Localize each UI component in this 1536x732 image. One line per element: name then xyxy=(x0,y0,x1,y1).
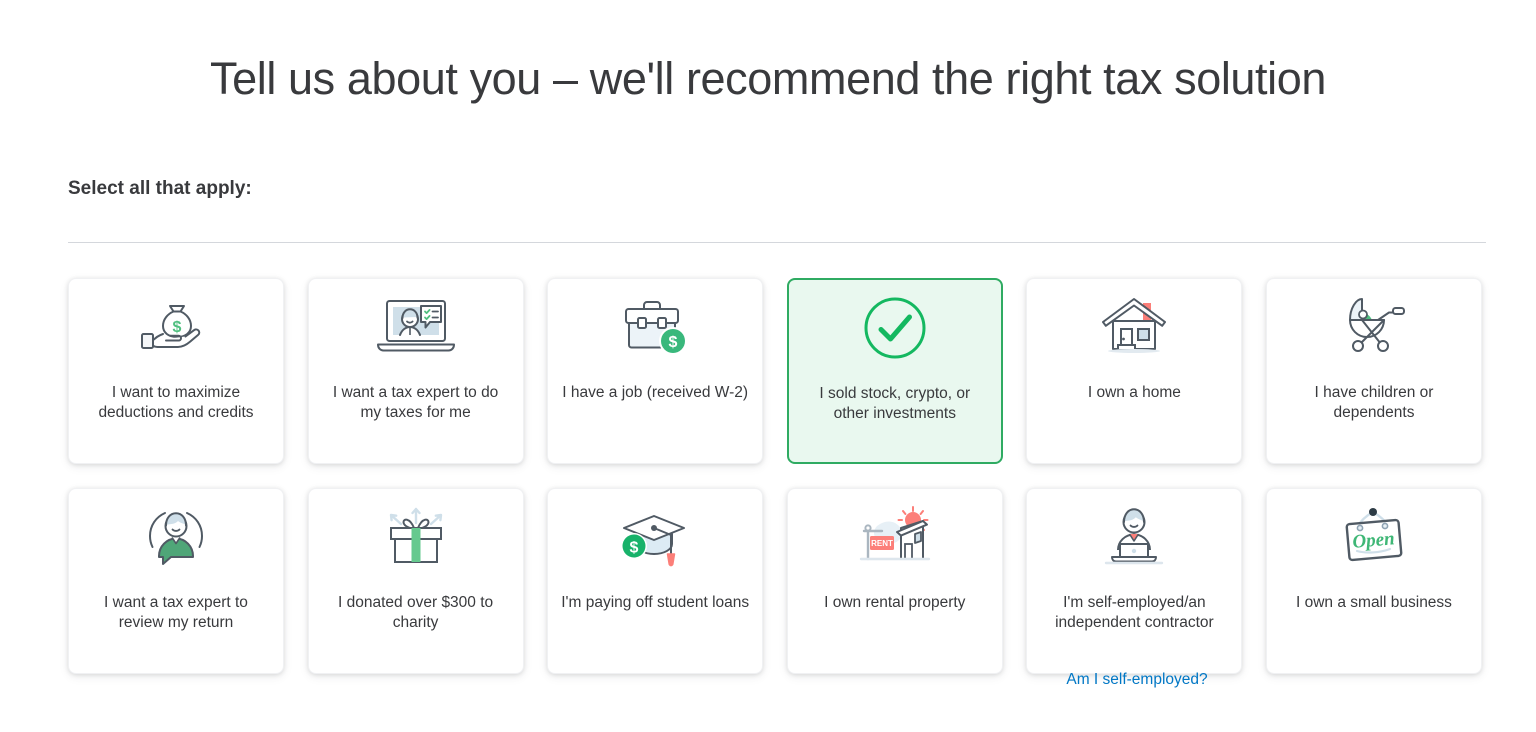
option-card-sold-investments[interactable]: I sold stock, crypto, or other investmen… xyxy=(786,278,1003,464)
option-card-label: I want to maximize deductions and credit… xyxy=(98,384,254,421)
option-card-tax-expert-do-taxes[interactable]: I want a tax expert to do my taxes for m… xyxy=(307,278,524,464)
select-all-that-apply-label: Select all that apply: xyxy=(68,178,252,199)
house-icon xyxy=(1027,279,1241,375)
option-card-label: I'm self-employed/an independent contrac… xyxy=(1055,594,1214,631)
option-card-label: I sold stock, crypto, or other investmen… xyxy=(819,385,971,422)
stroller-icon xyxy=(1267,279,1481,375)
section-divider xyxy=(68,242,1486,243)
svg-text:$: $ xyxy=(630,540,639,557)
svg-text:RENT: RENT xyxy=(871,539,893,548)
option-card-label: I own a small business xyxy=(1296,594,1452,611)
tax-solution-questionnaire-page: Tell us about you – we'll recommend the … xyxy=(0,0,1536,732)
rent-house-sign-icon: RENT xyxy=(788,489,1002,585)
options-grid: $ I want to maximize deductions and cred… xyxy=(68,278,1486,674)
svg-text:$: $ xyxy=(669,334,678,351)
graduation-cap-dollar-icon: $ xyxy=(548,489,762,585)
option-card-expert-review-return[interactable]: I want a tax expert to review my return xyxy=(68,488,284,674)
money-bag-in-hand-icon: $ xyxy=(69,279,283,375)
briefcase-dollar-icon: $ xyxy=(548,279,762,375)
option-card-own-a-home[interactable]: I own a home xyxy=(1026,278,1243,464)
option-card-label: I have a job (received W-2) xyxy=(562,384,749,401)
option-card-donated-charity[interactable]: I donated over $300 to charity xyxy=(307,488,524,674)
open-sign-icon: Open xyxy=(1267,489,1481,585)
option-card-label: I own a home xyxy=(1087,384,1181,401)
option-card-children-dependents[interactable]: I have children or dependents xyxy=(1265,278,1482,464)
option-card-label: I have children or dependents xyxy=(1314,384,1434,421)
option-card-label: I want a tax expert to do my taxes for m… xyxy=(332,384,499,421)
person-chat-bubble-icon xyxy=(69,489,283,585)
am-i-self-employed-link[interactable]: Am I self-employed? xyxy=(1029,671,1245,689)
laptop-expert-icon xyxy=(309,279,523,375)
page-title: Tell us about you – we'll recommend the … xyxy=(210,53,1326,105)
gift-box-icon xyxy=(309,489,523,585)
check-circle-icon xyxy=(789,280,1001,376)
option-card-maximize-deductions[interactable]: $ I want to maximize deductions and cred… xyxy=(68,278,284,464)
option-card-label: I want a tax expert to review my return xyxy=(104,594,248,631)
option-card-rental-property[interactable]: RENT I own rental property xyxy=(786,488,1003,674)
option-card-small-business[interactable]: Open I own a small business xyxy=(1265,488,1482,674)
option-card-label: I donated over $300 to charity xyxy=(338,594,494,631)
option-card-label: I'm paying off student loans xyxy=(561,594,750,611)
option-card-have-a-job-w2[interactable]: $ I have a job (received W-2) xyxy=(547,278,764,464)
option-card-student-loans[interactable]: $ I'm paying off student loans xyxy=(547,488,764,674)
svg-text:$: $ xyxy=(173,319,182,336)
option-card-self-employed[interactable]: I'm self-employed/an independent contrac… xyxy=(1026,488,1243,674)
option-card-label: I own rental property xyxy=(824,594,966,611)
person-laptop-icon xyxy=(1027,489,1241,585)
